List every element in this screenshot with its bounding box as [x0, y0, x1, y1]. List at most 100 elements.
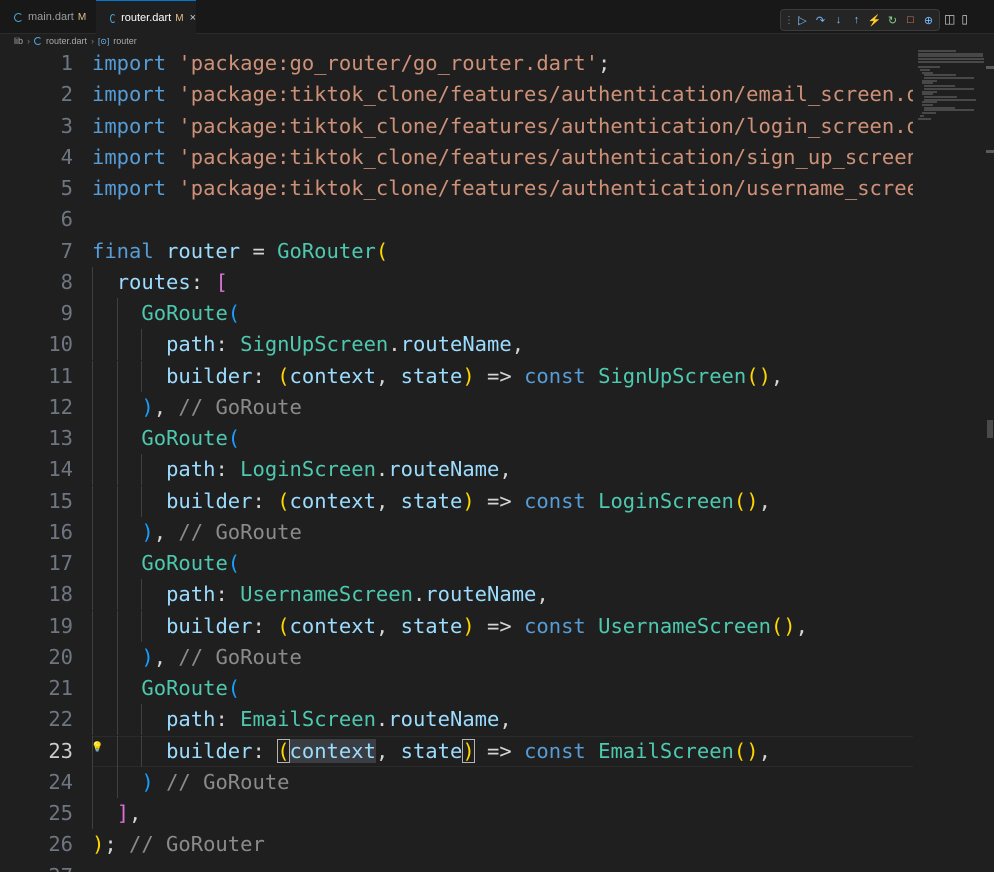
code-token: ,: [153, 644, 179, 669]
code-line[interactable]: 8 routes: [: [0, 266, 913, 298]
code-text: import 'package:tiktok_clone/features/au…: [92, 173, 913, 204]
indent-guide: [116, 704, 118, 736]
line-number: 11: [48, 363, 73, 388]
code-line[interactable]: 3 import 'package:tiktok_clone/features/a…: [0, 111, 913, 142]
code-line[interactable]: 7 final router = GoRouter(: [0, 236, 913, 267]
chevron-right-icon: ›: [91, 36, 95, 46]
code-line[interactable]: 23 builder: (context, state) => const Ema…: [0, 735, 913, 767]
line-number: 5: [60, 176, 73, 200]
step-into-icon[interactable]: ↓: [831, 12, 846, 28]
code-line[interactable]: 12), // GoRoute: [0, 391, 913, 423]
line-number: 7: [60, 238, 73, 263]
code-line[interactable]: 10 path: SignUpScreen.routeName,: [0, 329, 913, 361]
lightbulb-icon[interactable]: 💡: [91, 732, 103, 763]
code-line[interactable]: 11 builder: (context, state) => const Sig…: [0, 360, 913, 392]
code-text: import 'package:tiktok_clone/features/au…: [92, 111, 913, 142]
code-line[interactable]: 22 path: EmailScreen.routeName,: [0, 704, 913, 736]
split-editor-icon[interactable]: ◫: [944, 12, 955, 26]
code-text: import 'package:go_router/go_router.dart…: [92, 48, 610, 79]
code-token: ): [462, 363, 475, 388]
code-token: ,: [375, 738, 401, 763]
continue-icon[interactable]: ▷: [795, 12, 810, 28]
restart-icon[interactable]: ↻: [885, 12, 900, 28]
minimap-line: [918, 50, 956, 52]
breadcrumb-file[interactable]: router.dart: [46, 36, 87, 46]
minimap-line: [920, 68, 930, 71]
code-token: EmailScreen: [240, 707, 376, 732]
code-line[interactable]: 4 import 'package:tiktok_clone/features/a…: [0, 142, 913, 173]
code-line[interactable]: 9 GoRoute(: [0, 298, 913, 329]
code-editor[interactable]: 1 import 'package:go_router/go_router.dar…: [0, 48, 913, 872]
code-token: ,: [153, 519, 179, 544]
minimap-line: [922, 101, 938, 104]
indent-guide: [92, 548, 93, 579]
step-out-icon[interactable]: ↑: [849, 12, 864, 28]
tab-main-dart[interactable]: main.dart M: [0, 0, 96, 34]
code-token: import: [92, 51, 167, 75]
scrollbar-thumb[interactable]: [987, 420, 993, 438]
code-token: context: [289, 613, 376, 638]
scrollbar-marker: [986, 66, 994, 69]
code-token: ,: [375, 363, 401, 388]
close-tab-icon[interactable]: ×: [190, 12, 196, 24]
code-line[interactable]: 21 GoRoute(: [0, 673, 913, 704]
devtools-icon[interactable]: ⊕: [921, 12, 936, 28]
code-line[interactable]: 19 builder: (context, state) => const Use…: [0, 610, 913, 642]
stop-icon[interactable]: □: [903, 12, 918, 28]
code-line[interactable]: 5 import 'package:tiktok_clone/features/a…: [0, 173, 913, 204]
editor-layout-icon[interactable]: ▯: [961, 12, 968, 26]
code-line[interactable]: 18 path: UsernameScreen.routeName,: [0, 579, 913, 611]
code-line[interactable]: 20), // GoRoute: [0, 641, 913, 673]
minimap-line: [918, 117, 931, 120]
code-line[interactable]: 14 path: LoginScreen.routeName,: [0, 454, 913, 486]
code-token: (): [733, 488, 759, 513]
code-line[interactable]: 1 import 'package:go_router/go_router.dar…: [0, 48, 913, 79]
code-line[interactable]: 13 GoRoute(: [0, 423, 913, 454]
code-token: :: [215, 707, 241, 732]
drag-handle-icon[interactable]: ⋮⋮: [784, 15, 804, 26]
indent-guide: [116, 329, 118, 361]
code-token: // GoRoute: [178, 519, 302, 544]
code-line[interactable]: 26); // GoRouter: [0, 829, 913, 860]
minimap[interactable]: [914, 48, 986, 872]
breadcrumb-symbol[interactable]: router: [113, 36, 137, 46]
code-line[interactable]: 16), // GoRoute: [0, 516, 913, 548]
code-token: builder: [166, 488, 253, 513]
code-token: .: [375, 707, 389, 732]
dart-file-icon: [34, 37, 43, 45]
indent-guide: [116, 548, 118, 579]
code-line[interactable]: 24) // GoRoute: [0, 766, 913, 798]
indent-guide: [92, 454, 93, 486]
indent-guide: [141, 735, 143, 767]
code-token: :: [252, 363, 278, 388]
minimap-line: [918, 55, 983, 58]
code-token: :: [252, 613, 278, 638]
minimap-line: [918, 60, 984, 63]
step-over-icon[interactable]: ↷: [813, 12, 828, 28]
code-token: (: [227, 301, 241, 325]
vertical-scrollbar[interactable]: [986, 48, 994, 872]
code-token: ,: [153, 394, 179, 419]
line-number: 23: [48, 738, 73, 763]
code-line[interactable]: 27: [0, 861, 913, 872]
code-line[interactable]: 17 GoRoute(: [0, 548, 913, 579]
line-number: 14: [48, 457, 73, 482]
indent-guide: [116, 579, 118, 611]
tab-router-dart[interactable]: router.dart M ×: [96, 0, 196, 35]
code-line[interactable]: 25],: [0, 798, 913, 829]
code-line[interactable]: 6: [0, 204, 913, 235]
indent-guide: [116, 673, 118, 704]
minimap-line: [918, 52, 983, 55]
code-text: ), // GoRoute: [141, 517, 301, 548]
code-text: builder: (context, state) => const Usern…: [166, 611, 808, 642]
code-token: state: [400, 488, 463, 513]
code-token: .: [375, 457, 389, 482]
code-line[interactable]: 2 import 'package:tiktok_clone/features/a…: [0, 79, 913, 110]
line-number: 2: [60, 82, 73, 107]
hot-reload-icon[interactable]: ⚡: [867, 12, 882, 28]
indent-guide: [92, 516, 93, 548]
indent-guide: [116, 766, 118, 798]
code-line[interactable]: 15 builder: (context, state) => const Log…: [0, 485, 913, 517]
breadcrumb-folder[interactable]: lib: [14, 36, 23, 46]
